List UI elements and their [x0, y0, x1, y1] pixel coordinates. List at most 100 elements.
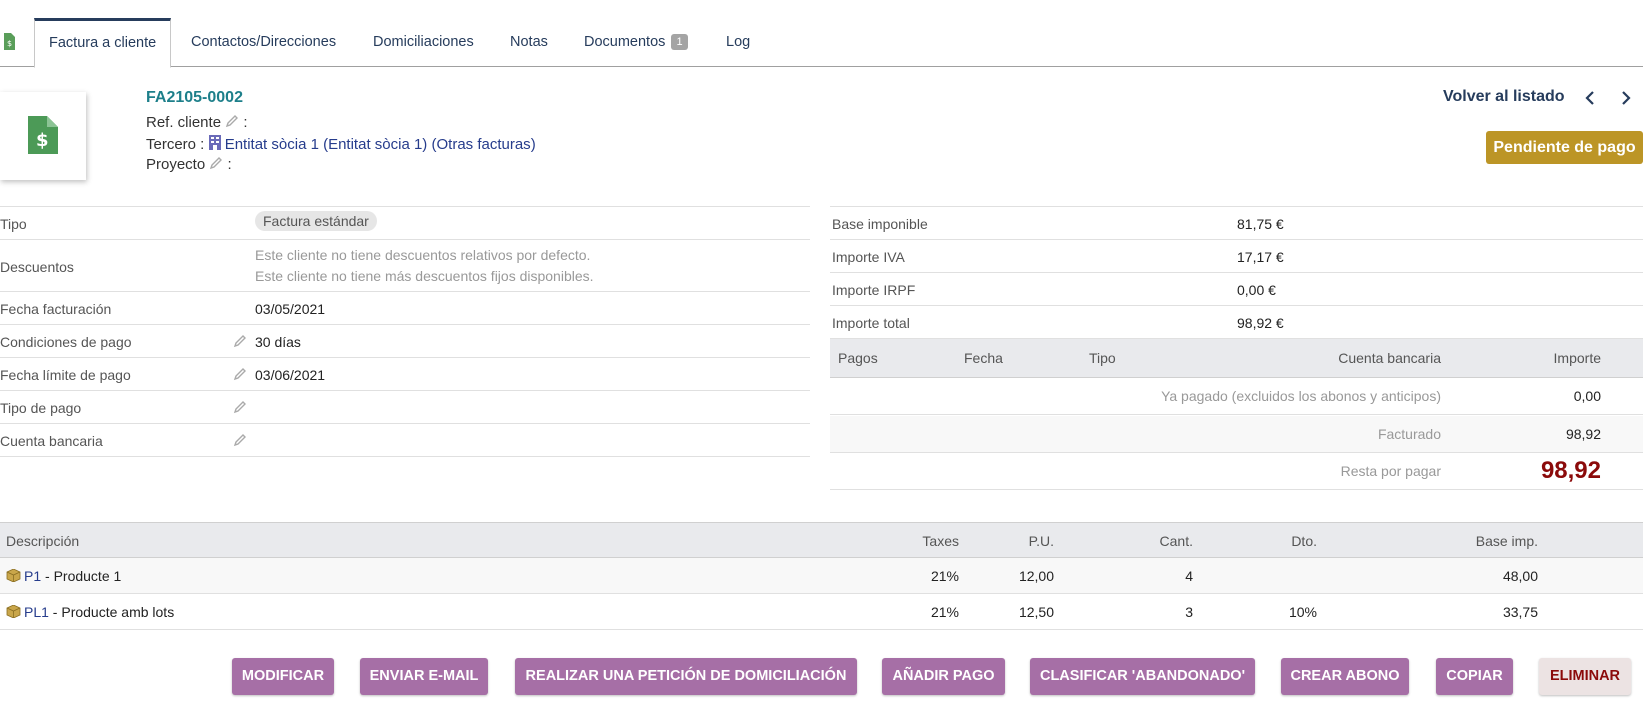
line-description: PL1 - Producte amb lots [24, 604, 174, 620]
tab-domiciliaciones[interactable]: Domiciliaciones [359, 18, 488, 67]
lines-header: Descripción Taxes P.U. Cant. Dto. Base i… [0, 522, 1643, 558]
tipo-value: Factura estándar [255, 211, 377, 231]
line-taxes: 21% [930, 604, 959, 620]
copy-button[interactable]: COPIAR [1436, 658, 1513, 695]
company-icon [208, 135, 221, 150]
tab-log[interactable]: Log [712, 18, 764, 67]
ref-cliente-label: Ref. cliente [146, 114, 222, 131]
product-box-icon [6, 569, 21, 582]
line-taxes: 21% [930, 568, 959, 584]
payments-col-pagos: Pagos [838, 350, 878, 366]
documents-count-badge: 1 [671, 34, 688, 50]
descuentos-value: Este cliente no tiene descuentos relativ… [255, 245, 594, 287]
edit-pencil-icon[interactable] [225, 114, 239, 128]
amount-value: 0,00 € [1237, 282, 1276, 298]
col-dto: Dto. [1291, 533, 1317, 549]
descuentos-line2: Este cliente no tiene más descuentos fij… [255, 268, 594, 284]
amount-row: Base imponible 81,75 € [830, 207, 1643, 240]
domiciliacion-request-button[interactable]: REALIZAR UNA PETICIÓN DE DOMICILIACIÓN [515, 658, 857, 695]
table-row: PL1 - Producte amb lots 21% 12,50 3 10% … [0, 594, 1643, 630]
tab-bar: $ Factura a cliente Contactos/Direccione… [0, 0, 1643, 68]
col-taxes: Taxes [922, 533, 959, 549]
edit-pencil-icon[interactable] [233, 433, 247, 447]
line-base: 33,75 [1502, 604, 1538, 620]
tipo-label: Tipo [0, 216, 27, 232]
product-ref-link[interactable]: PL1 [24, 604, 49, 620]
fecha-facturacion-label: Fecha facturación [0, 301, 112, 317]
payments-col-importe: Importe [1553, 350, 1601, 366]
resta-label: Resta por pagar [1340, 463, 1441, 479]
edit-pencil-icon[interactable] [209, 156, 223, 170]
invoice-thumbnail: $ [0, 92, 86, 180]
edit-pencil-icon[interactable] [233, 400, 247, 414]
line-base: 48,00 [1502, 568, 1538, 584]
tab-contactos[interactable]: Contactos/Direcciones [177, 18, 350, 67]
payments-col-tipo: Tipo [1089, 350, 1116, 366]
amount-label: Importe total [832, 315, 910, 331]
descuentos-row: Descuentos Este cliente no tiene descuen… [0, 240, 810, 292]
line-cant: 4 [1185, 568, 1193, 584]
product-ref-link[interactable]: P1 [24, 568, 41, 584]
tercero-label: Tercero : [146, 136, 205, 153]
chevron-right-icon[interactable] [1620, 90, 1632, 106]
descuentos-label: Descuentos [0, 259, 74, 275]
cuenta-bancaria-label: Cuenta bancaria [0, 433, 103, 449]
col-pu: P.U. [1028, 533, 1054, 549]
resta-row: Resta por pagar 98,92 [830, 453, 1643, 490]
ya-pagado-value: 0,00 [1573, 388, 1601, 404]
cuenta-bancaria-row: Cuenta bancaria [0, 424, 810, 457]
edit-pencil-icon[interactable] [233, 367, 247, 381]
amounts-table: Base imponible 81,75 € Importe IVA 17,17… [830, 206, 1643, 339]
descuentos-line1: Este cliente no tiene descuentos relativ… [255, 247, 591, 263]
invoice-info-table: Tipo Factura estándar Descuentos Este cl… [0, 206, 810, 457]
amount-label: Importe IVA [832, 249, 905, 265]
modificar-button[interactable]: MODIFICAR [232, 658, 334, 695]
ref-cliente-row: Ref. cliente : [146, 114, 248, 131]
tab-notas[interactable]: Notas [496, 18, 562, 67]
add-payment-button[interactable]: AÑADIR PAGO [882, 658, 1005, 695]
edit-pencil-icon[interactable] [233, 334, 247, 348]
invoice-ref: FA2105-0002 [146, 89, 243, 106]
facturado-row: Facturado 98,92 [830, 416, 1643, 453]
fecha-limite-value: 03/06/2021 [255, 367, 326, 383]
otras-facturas-link[interactable]: Otras facturas [436, 136, 530, 153]
facturado-label: Facturado [1377, 426, 1441, 442]
amount-label: Importe IRPF [832, 282, 916, 298]
col-cant: Cant. [1159, 533, 1193, 549]
invoice-icon: $ [4, 33, 15, 50]
amount-value: 98,92 € [1237, 315, 1284, 331]
tipo-pago-row: Tipo de pago [0, 391, 810, 424]
ya-pagado-row: Ya pagado (excluidos los abonos y antici… [830, 378, 1643, 415]
delete-button[interactable]: ELIMINAR [1539, 658, 1631, 695]
product-box-icon [6, 605, 21, 618]
colon-separator: : [227, 156, 232, 173]
condiciones-pago-label: Condiciones de pago [0, 334, 132, 350]
product-label: - Producte amb lots [48, 604, 175, 620]
line-dto: 10% [1288, 604, 1317, 620]
facturado-value: 98,92 [1565, 426, 1601, 442]
send-email-button[interactable]: ENVIAR E-MAIL [360, 658, 488, 695]
back-to-list-link[interactable]: Volver al listado [1443, 88, 1565, 106]
create-credit-note-button[interactable]: CREAR ABONO [1281, 658, 1409, 695]
resta-value: 98,92 [1540, 457, 1601, 484]
status-badge: Pendiente de pago [1486, 131, 1643, 164]
amount-label: Base imponible [832, 216, 928, 232]
tab-factura[interactable]: Factura a cliente [34, 18, 172, 68]
line-description: P1 - Producte 1 [24, 568, 121, 584]
ya-pagado-label: Ya pagado (excluidos los abonos y antici… [1161, 388, 1441, 404]
proyecto-label: Proyecto [146, 156, 206, 173]
payments-header: Pagos Fecha Tipo Cuenta bancaria Importe [830, 339, 1643, 378]
fecha-limite-row: Fecha límite de pago 03/06/2021 [0, 358, 810, 391]
svg-text:$: $ [36, 130, 49, 151]
tercero-link[interactable]: Entitat sòcia 1 (Entitat sòcia 1) [225, 136, 428, 153]
proyecto-row: Proyecto : [146, 156, 232, 173]
tab-documentos[interactable]: Documentos 1 [570, 18, 702, 67]
colon-separator: : [243, 114, 248, 131]
line-pu: 12,00 [1018, 568, 1054, 584]
fecha-limite-label: Fecha límite de pago [0, 367, 131, 383]
tipo-pago-label: Tipo de pago [0, 400, 82, 416]
condiciones-pago-row: Condiciones de pago 30 días [0, 325, 810, 358]
classify-abandoned-button[interactable]: CLASIFICAR 'ABANDONADO' [1030, 658, 1255, 695]
chevron-left-icon[interactable] [1584, 90, 1596, 106]
amount-row: Importe IRPF 0,00 € [830, 273, 1643, 306]
